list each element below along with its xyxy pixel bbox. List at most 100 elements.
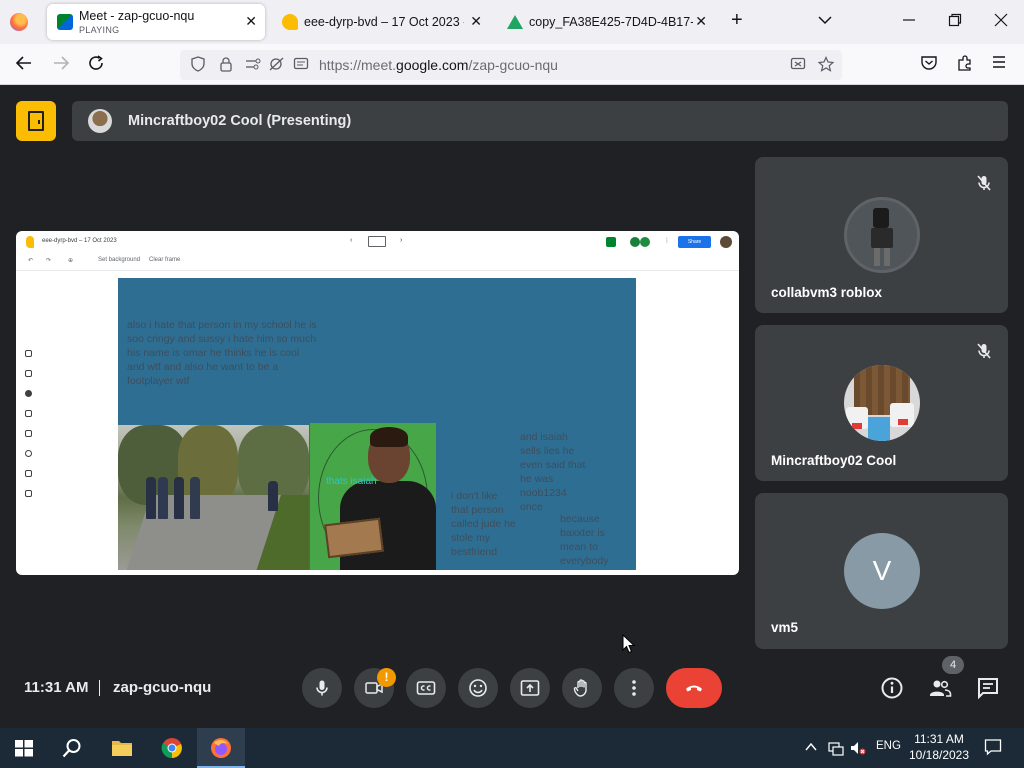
close-tab-icon[interactable]: ✕ bbox=[470, 13, 482, 30]
clear-frame: Clear frame bbox=[149, 257, 181, 263]
participant-count-badge: 4 bbox=[942, 656, 964, 674]
camera-mic-permission-icon[interactable] bbox=[268, 56, 286, 75]
google-meet-icon bbox=[57, 14, 73, 30]
close-tab-icon[interactable]: ✕ bbox=[245, 13, 257, 30]
tab-drive[interactable]: copy_FA38E425-7D4D-4B17-98C ✕ bbox=[497, 4, 715, 40]
circle-icon bbox=[25, 450, 32, 457]
redo-icon: ↷ bbox=[46, 258, 52, 264]
meeting-time: 11:31 AM bbox=[24, 679, 89, 696]
close-tab-icon[interactable]: ✕ bbox=[695, 13, 707, 30]
hang-up-icon bbox=[686, 685, 702, 692]
microphone-icon bbox=[316, 680, 328, 696]
clock-date: 10/18/2023 bbox=[908, 748, 970, 762]
zoom-icon: ⊕ bbox=[68, 258, 74, 264]
chrome-button[interactable] bbox=[148, 728, 196, 768]
volume-muted-icon[interactable] bbox=[850, 740, 866, 759]
participant-tile[interactable]: V vm5 bbox=[755, 493, 1008, 649]
meet-mini-icon bbox=[606, 237, 616, 247]
present-screen-button[interactable] bbox=[510, 668, 550, 708]
notifications-icon[interactable] bbox=[984, 738, 1002, 759]
presenter-bar: Mincraftboy02 Cool (Presenting) bbox=[72, 101, 1008, 141]
clock-time: 11:31 AM bbox=[914, 732, 964, 746]
new-tab-icon[interactable]: + bbox=[731, 10, 743, 30]
outdoor-photo bbox=[118, 425, 309, 570]
folder-icon bbox=[112, 741, 132, 756]
laser-icon bbox=[25, 490, 32, 497]
url-bar[interactable]: https://meet.google.com/zap-gcuo-nqu bbox=[180, 50, 842, 80]
back-icon[interactable] bbox=[15, 54, 33, 77]
menu-icon[interactable] bbox=[991, 54, 1007, 75]
pocket-icon[interactable] bbox=[920, 54, 938, 77]
present-screen-icon bbox=[520, 680, 540, 696]
participant-tile[interactable]: collabvm3 roblox bbox=[755, 157, 1008, 313]
system-clock[interactable]: 11:31 AM 10/18/2023 bbox=[906, 731, 972, 763]
permissions-icon[interactable] bbox=[244, 56, 262, 75]
screen-sharing-indicator-icon[interactable] bbox=[790, 56, 806, 75]
participant-tile[interactable]: Mincraftboy02 Cool bbox=[755, 325, 1008, 481]
bookmark-star-icon[interactable] bbox=[817, 56, 835, 75]
file-explorer-button[interactable] bbox=[98, 728, 146, 768]
jamboard-icon bbox=[282, 14, 298, 30]
captions-button[interactable] bbox=[406, 668, 446, 708]
mic-off-icon bbox=[977, 343, 991, 359]
note-text: and isaiah sells lies he even said that … bbox=[520, 431, 586, 513]
raise-hand-button[interactable] bbox=[562, 668, 602, 708]
meeting-code: zap-gcuo-nqu bbox=[113, 679, 212, 696]
lock-icon[interactable] bbox=[218, 56, 234, 75]
windows-taskbar: ENG 11:31 AM 10/18/2023 bbox=[0, 728, 1024, 768]
jamboard-canvas: also i hate that person in my school he … bbox=[118, 278, 636, 570]
meeting-info-icon[interactable] bbox=[880, 676, 904, 700]
url-text[interactable]: https://meet.google.com/zap-gcuo-nqu bbox=[319, 57, 558, 73]
undo-icon: ↶ bbox=[28, 258, 34, 264]
tracking-protection-icon[interactable] bbox=[190, 56, 206, 75]
note-text: because baxxter is mean to everybody bbox=[560, 513, 609, 567]
people-icon[interactable] bbox=[928, 676, 952, 700]
meeting-details-button[interactable] bbox=[16, 101, 56, 141]
door-icon bbox=[28, 111, 44, 131]
emoji-icon bbox=[469, 679, 487, 697]
meeting-controls-bar: 11:31 AM zap-gcuo-nqu ! 4 bbox=[0, 648, 1024, 728]
reload-icon[interactable] bbox=[87, 54, 105, 77]
reactions-button[interactable] bbox=[458, 668, 498, 708]
mouse-cursor bbox=[622, 634, 636, 654]
firefox-taskbar-button[interactable] bbox=[197, 728, 245, 768]
page-info-icon[interactable] bbox=[293, 56, 309, 75]
more-vert-icon bbox=[632, 680, 636, 696]
jamboard-logo-icon bbox=[26, 236, 34, 248]
close-window-icon[interactable] bbox=[994, 12, 1008, 30]
jamboard-header: eee-dyrp-bvd – 17 Oct 2023 ‹ › ⋮ Share bbox=[16, 231, 739, 253]
set-background: Set background bbox=[98, 257, 141, 263]
minimize-icon[interactable] bbox=[902, 12, 916, 30]
portrait-photo bbox=[310, 423, 436, 570]
tab-title: eee-dyrp-bvd – 17 Oct 2023 - G bbox=[304, 15, 464, 29]
firefox-icon bbox=[211, 738, 231, 758]
list-tabs-icon[interactable] bbox=[817, 12, 833, 31]
search-button[interactable] bbox=[48, 728, 96, 768]
chrome-icon bbox=[161, 738, 182, 759]
divider bbox=[99, 680, 100, 696]
tab-jamboard[interactable]: eee-dyrp-bvd – 17 Oct 2023 - G ✕ bbox=[272, 4, 490, 40]
extensions-icon[interactable] bbox=[956, 54, 974, 77]
maximize-icon[interactable] bbox=[948, 12, 962, 30]
chat-icon[interactable] bbox=[976, 676, 1000, 700]
jamboard-title: eee-dyrp-bvd – 17 Oct 2023 bbox=[42, 238, 117, 244]
frame-thumbnail bbox=[368, 236, 386, 247]
start-button[interactable] bbox=[0, 728, 48, 768]
participant-name: vm5 bbox=[771, 620, 799, 635]
participant-avatar bbox=[844, 365, 920, 441]
more-icon: ⋮ bbox=[664, 238, 670, 244]
firefox-icon[interactable] bbox=[10, 13, 28, 31]
user-avatar bbox=[720, 236, 732, 248]
next-frame-icon: › bbox=[400, 237, 403, 244]
tab-meet[interactable]: Meet - zap-gcuo-nqu PLAYING ✕ bbox=[47, 4, 265, 40]
network-icon[interactable] bbox=[828, 740, 844, 759]
show-hidden-icons-icon[interactable] bbox=[804, 740, 818, 757]
leave-call-button[interactable] bbox=[666, 668, 722, 708]
language-indicator[interactable]: ENG bbox=[876, 740, 901, 752]
forward-icon[interactable] bbox=[52, 54, 70, 77]
microphone-button[interactable] bbox=[302, 668, 342, 708]
sticky-note-icon bbox=[25, 410, 32, 417]
jamboard-toolbar: ↶ ↷ ⊕ Set background Clear frame bbox=[16, 253, 739, 271]
more-options-button[interactable] bbox=[614, 668, 654, 708]
camera-warning-badge[interactable]: ! bbox=[377, 668, 396, 687]
